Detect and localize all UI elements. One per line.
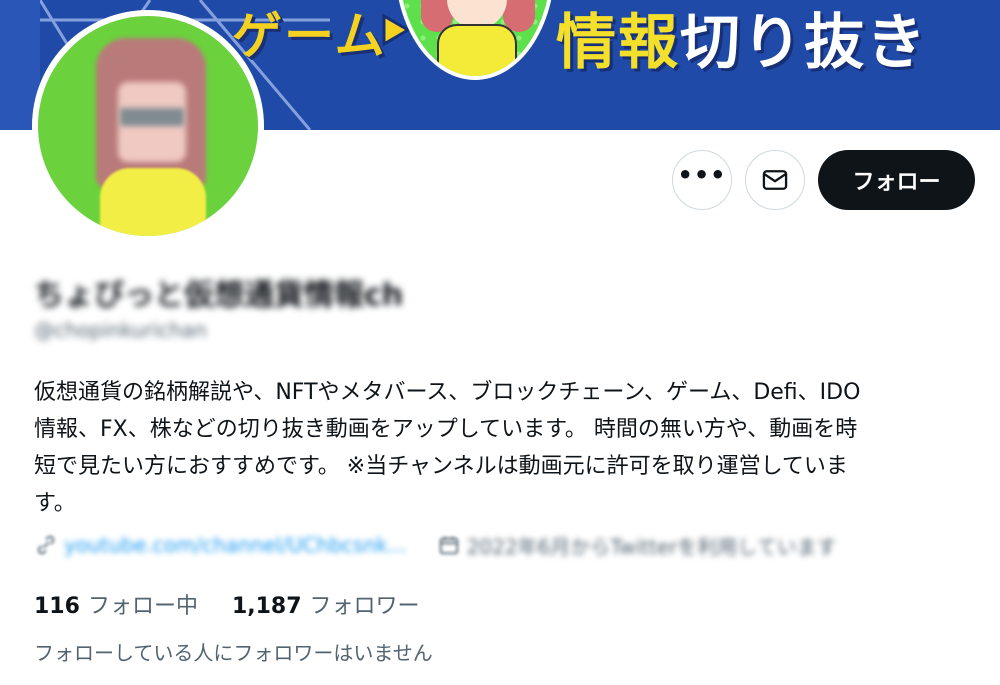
following-count: 116 [34,594,80,619]
follow-button[interactable]: フォロー [818,150,975,210]
link-icon [34,533,58,557]
banner-title-yellow: 情報 [556,8,680,78]
banner-title-white: 切り抜き [680,8,928,78]
user-handle: @chopinkurichan [34,318,207,342]
profile-link[interactable]: youtube.com/channel/UChbcsnk... [64,533,407,557]
more-icon: ••• [677,161,727,189]
profile-bio: 仮想通貨の銘柄解説や、NFTやメタバース、ブロックチェーン、ゲーム、Defi、I… [34,380,861,516]
avatar[interactable] [32,10,264,242]
banner-character [395,0,555,80]
following-label: フォロー中 [87,594,198,619]
followers-link[interactable]: 1,187 フォロワー [232,588,420,620]
banner-title-left: ゲーム [232,7,387,65]
calendar-icon [437,533,461,557]
envelope-icon [762,170,788,190]
avatar-image [38,16,258,236]
following-link[interactable]: 116 フォロー中 [34,588,198,620]
profile-meta: youtube.com/channel/UChbcsnk... 2022年6月か… [34,530,837,560]
followers-count: 1,187 [231,594,302,619]
followed-by-text: フォローしている人にフォロワーはいません [34,641,433,665]
display-name: ちょびっと仮想通貨情報ch [34,278,404,313]
banner-title-right: 情報切り抜き [556,0,928,81]
joined-date: 2022年6月からTwitterを利用しています [466,534,837,559]
follow-stats: 116 フォロー中 1,187 フォロワー [34,588,454,620]
followers-label: フォロワー [309,594,420,619]
more-button[interactable]: ••• [672,150,732,210]
message-button[interactable] [745,150,805,210]
